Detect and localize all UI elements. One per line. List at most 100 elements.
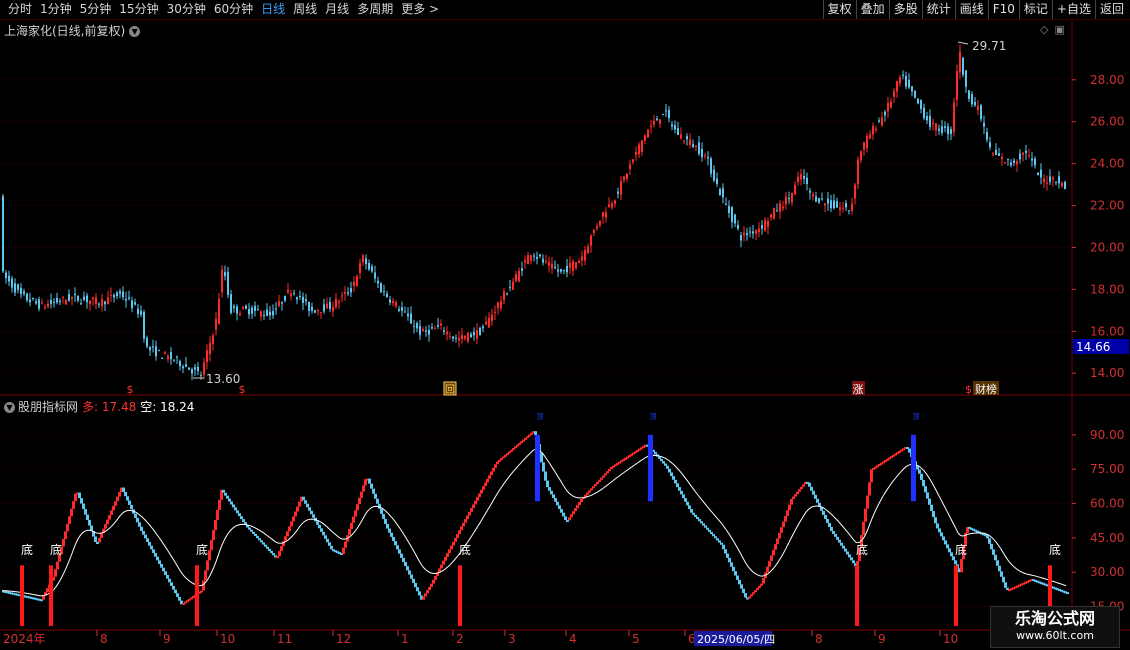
candle-body bbox=[659, 119, 661, 124]
candle-body bbox=[704, 155, 706, 157]
chevron-down-icon[interactable]: ▼ bbox=[4, 402, 15, 413]
candlestick bbox=[410, 306, 412, 324]
oscillator-step bbox=[396, 545, 399, 550]
candlestick bbox=[299, 290, 301, 300]
oscillator-step bbox=[158, 560, 161, 564]
oscillator-step bbox=[756, 587, 759, 591]
bottom-signal-bar bbox=[458, 565, 462, 626]
candle-body bbox=[503, 291, 505, 301]
candlestick bbox=[998, 147, 1000, 156]
indicator-name[interactable]: 股朋指标网 bbox=[18, 400, 78, 414]
oscillator-step bbox=[780, 527, 783, 533]
candlestick bbox=[344, 286, 346, 301]
candle-body bbox=[677, 128, 679, 136]
candlestick bbox=[251, 305, 253, 319]
candle-body bbox=[581, 256, 583, 261]
oscillator-step bbox=[394, 541, 397, 546]
candlestick bbox=[164, 350, 166, 355]
stock-title[interactable]: 上海家化(日线,前复权) ▼ bbox=[4, 22, 141, 39]
oscillator-step bbox=[686, 501, 689, 506]
oscillator-step bbox=[592, 486, 595, 489]
candle-body bbox=[227, 271, 229, 295]
candle-body bbox=[506, 293, 508, 295]
candle-body bbox=[599, 220, 601, 226]
date-axis-label: 9 bbox=[163, 632, 171, 646]
candlestick bbox=[26, 292, 28, 303]
oscillator-step bbox=[296, 506, 299, 512]
candlestick bbox=[266, 303, 268, 317]
candlestick bbox=[281, 301, 283, 311]
candlestick bbox=[824, 202, 826, 213]
candlestick bbox=[83, 291, 85, 302]
oscillator-step bbox=[710, 531, 713, 535]
candlestick bbox=[287, 283, 289, 295]
oscillator-step bbox=[204, 570, 207, 581]
candle-body bbox=[1007, 159, 1009, 161]
oscillator-step bbox=[390, 532, 393, 537]
candle-body bbox=[713, 169, 715, 181]
oscillator-step bbox=[124, 491, 127, 497]
candle-body bbox=[734, 214, 736, 224]
chevron-down-icon[interactable]: ▼ bbox=[129, 26, 141, 37]
candlestick bbox=[128, 290, 130, 301]
oscillator-step bbox=[776, 538, 779, 545]
price-tick-label: 18.00 bbox=[1090, 282, 1124, 296]
oscillator-step bbox=[574, 508, 577, 512]
kline-chart-canvas[interactable]: 28.00 26.00 24.00 22.00 20.00 18.00 16.00 14.00… bbox=[0, 0, 1130, 650]
oscillator-step bbox=[252, 531, 255, 534]
candle-body bbox=[824, 203, 826, 206]
oscillator-step bbox=[864, 508, 867, 522]
oscillator-step bbox=[728, 557, 731, 563]
candlestick bbox=[914, 90, 916, 99]
candlestick bbox=[773, 207, 775, 221]
candlestick bbox=[122, 286, 124, 301]
candlestick bbox=[368, 259, 370, 272]
oscillator-step bbox=[742, 588, 745, 594]
oscillator-step bbox=[534, 431, 537, 435]
candle-body bbox=[971, 94, 973, 105]
top-signal-label: 顶 bbox=[650, 413, 657, 421]
candle-body bbox=[11, 278, 13, 288]
oscillator-step bbox=[224, 492, 227, 496]
candle-body bbox=[587, 246, 589, 254]
candle-body bbox=[107, 297, 109, 305]
candlestick bbox=[953, 97, 955, 137]
date-axis-label: 11 bbox=[277, 632, 292, 646]
candlestick bbox=[965, 70, 967, 94]
candlestick bbox=[650, 119, 652, 134]
oscillator-step bbox=[586, 492, 589, 495]
candle-body bbox=[386, 293, 388, 297]
candlestick bbox=[422, 326, 424, 332]
candle-body bbox=[113, 295, 115, 298]
window-icon[interactable]: ▣ bbox=[1054, 23, 1064, 36]
oscillator-step bbox=[432, 579, 435, 584]
candlestick bbox=[560, 268, 562, 274]
candlestick bbox=[86, 292, 88, 309]
oscillator-step bbox=[170, 582, 173, 586]
candle-body bbox=[158, 349, 160, 351]
oscillator-step bbox=[262, 542, 265, 545]
oscillator-step bbox=[154, 552, 157, 557]
candle-body bbox=[146, 337, 148, 347]
oscillator-step bbox=[302, 496, 305, 501]
date-axis-label: 4 bbox=[569, 632, 577, 646]
candle-body bbox=[1043, 178, 1045, 183]
diamond-icon[interactable]: ◇ bbox=[1040, 23, 1048, 36]
event-marker-label: $ bbox=[127, 383, 134, 396]
candle-body bbox=[806, 177, 808, 185]
oscillator-step bbox=[800, 486, 803, 490]
candle-body bbox=[872, 125, 874, 135]
candle-body bbox=[275, 308, 277, 310]
candle-body bbox=[53, 301, 55, 303]
oscillator-step bbox=[430, 583, 433, 587]
candle-body bbox=[98, 303, 100, 305]
oscillator-step bbox=[330, 545, 333, 550]
candlestick bbox=[995, 143, 997, 156]
oscillator-step bbox=[64, 531, 67, 539]
oscillator-step bbox=[928, 498, 931, 505]
candlestick bbox=[227, 266, 229, 299]
candlestick bbox=[749, 226, 751, 238]
date-axis-label: 12 bbox=[336, 632, 351, 646]
candle-body bbox=[707, 157, 709, 159]
oscillator-step bbox=[798, 489, 801, 492]
